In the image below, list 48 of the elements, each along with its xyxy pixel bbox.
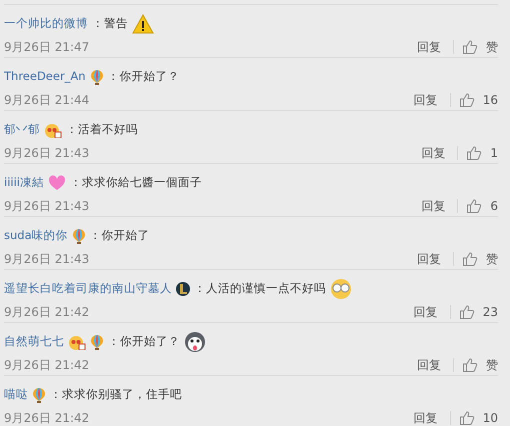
author-link[interactable]: 遥望长白吃着司康的南山守墓人 [4,280,172,298]
timestamp: 9月26日 21:42 [4,304,90,321]
comment-text: ：警告 [92,15,128,32]
comment-text: ：你开始了？ [108,333,180,350]
thumbs-up-icon[interactable] [458,304,475,320]
reply-link[interactable]: 回复 [414,91,438,109]
like-count: 23 [482,304,498,321]
timestamp: 9月26日 21:43 [4,145,90,162]
timestamp: 9月26日 21:42 [4,357,90,374]
like-count: 16 [482,92,498,109]
comment-text: ：求求你給七醬一個面子 [70,174,202,192]
like-count: 10 [482,410,498,426]
timestamp: 9月26日 21:43 [4,198,90,215]
comment-text: ：人活的谨慎一点不好吗 [194,280,326,298]
author-link[interactable]: ThreeDeer_An [4,68,86,86]
author-link[interactable]: iiiii凍結 [4,174,44,192]
like-count: 赞 [486,39,498,56]
like-count: 赞 [486,357,498,374]
thumbs-up-icon[interactable] [462,39,478,55]
thumbs-up-icon[interactable] [458,410,475,426]
timestamp: 9月26日 21:47 [4,39,90,56]
timestamp: 9月26日 21:42 [4,410,90,426]
thumbs-up-icon[interactable] [466,198,482,214]
reply-link[interactable]: 回复 [417,356,441,374]
reply-link[interactable]: 回复 [417,250,441,268]
author-link[interactable]: 郁丷郁 [4,121,40,139]
timestamp: 9月26日 21:43 [4,251,90,268]
author-link[interactable]: 一个帅比的微博 [4,15,88,33]
like-count: 6 [490,198,498,215]
reply-link[interactable]: 回复 [414,303,438,321]
reply-link[interactable]: 回复 [417,38,441,56]
author-link[interactable]: 喵哒 [4,386,28,404]
reply-link[interactable]: 回复 [414,409,438,426]
author-link[interactable]: suda味的你 [4,227,68,245]
like-count: 1 [490,145,498,162]
comment-text: ：求求你别骚了，住手吧 [50,386,182,404]
thumbs-up-icon[interactable] [462,357,478,373]
thumbs-up-icon[interactable] [466,145,482,161]
thumbs-up-icon[interactable] [462,251,478,267]
reply-link[interactable]: 回复 [421,197,446,215]
comment-text: ：活着不好吗 [66,121,138,138]
like-count: 赞 [486,251,498,268]
author-link[interactable]: 自然萌七七 [4,333,64,351]
comment-text: ：你开始了？ [108,68,180,86]
thumbs-up-icon[interactable] [458,92,475,108]
timestamp: 9月26日 21:44 [4,92,90,109]
comment-text: ：你开始了 [90,227,150,244]
reply-link[interactable]: 回复 [421,144,446,162]
